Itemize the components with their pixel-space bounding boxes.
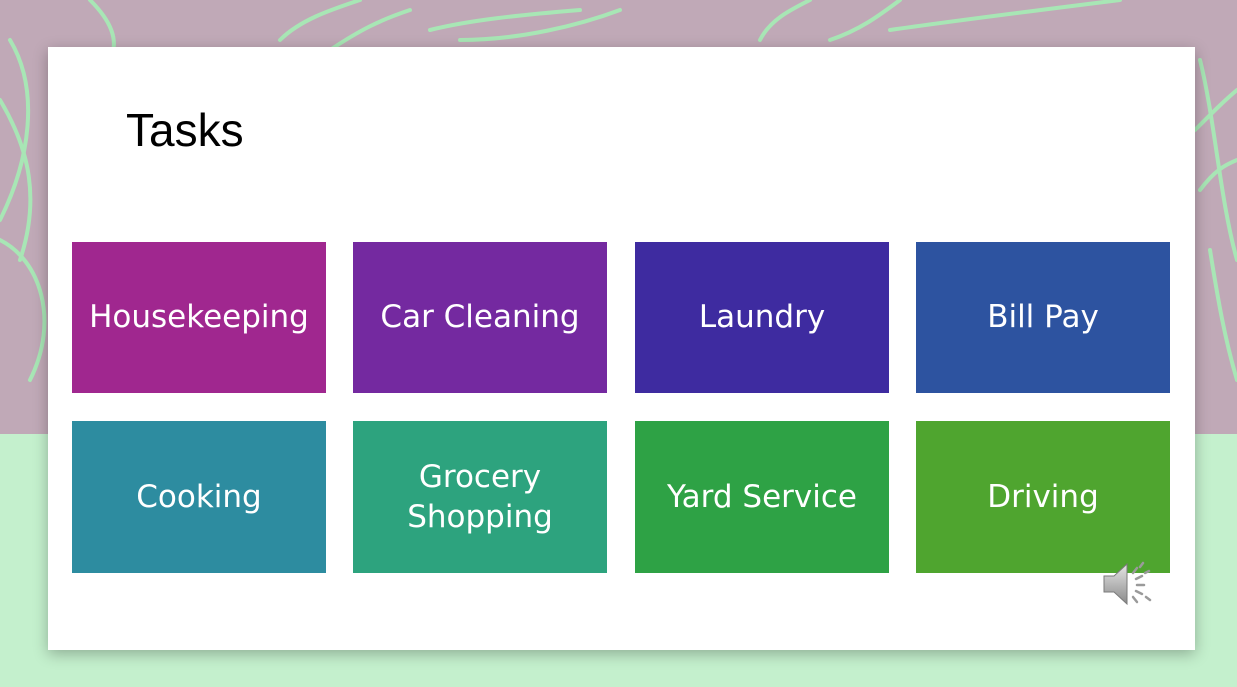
tile-grocery-shopping[interactable]: Grocery Shopping <box>353 421 607 573</box>
speaker-icon[interactable] <box>1101 559 1155 609</box>
slide-title: Tasks <box>126 104 244 156</box>
tile-cooking[interactable]: Cooking <box>72 421 326 573</box>
tile-housekeeping[interactable]: Housekeeping <box>72 242 326 393</box>
tile-car-cleaning[interactable]: Car Cleaning <box>353 242 607 393</box>
tile-bill-pay[interactable]: Bill Pay <box>916 242 1170 393</box>
tile-laundry[interactable]: Laundry <box>635 242 889 393</box>
tile-driving[interactable]: Driving <box>916 421 1170 573</box>
slide: Tasks Housekeeping Car Cleaning Laundry … <box>48 47 1195 650</box>
tile-yard-service[interactable]: Yard Service <box>635 421 889 573</box>
